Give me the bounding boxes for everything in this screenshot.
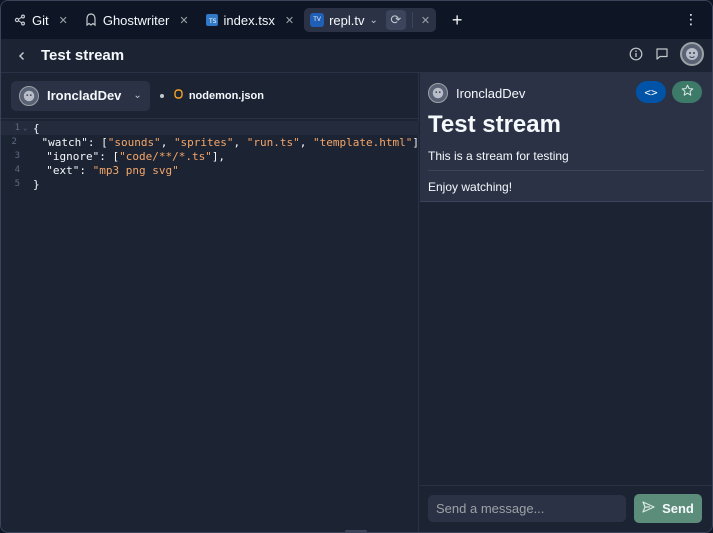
ghostwriter-icon <box>84 13 98 27</box>
code-token: { <box>33 121 40 135</box>
code-text: "ext": "mp3 png svg" <box>33 163 179 177</box>
line-number: 3 <box>14 151 20 161</box>
file-name[interactable]: nodemon.json <box>189 90 264 102</box>
tab-label: index.tsx <box>223 12 275 28</box>
avatar <box>19 85 39 106</box>
tab-git[interactable]: Git ✕ <box>7 8 74 32</box>
code-token: } <box>33 177 40 191</box>
code-token: ] <box>412 135 419 149</box>
line-number: 4 <box>14 165 20 175</box>
code-text: { <box>33 122 40 135</box>
add-tab-button[interactable]: + <box>446 10 468 31</box>
line-number: 2 <box>11 137 17 147</box>
string-token: "run.ts" <box>246 135 300 149</box>
code-token: "watch": [ <box>28 135 108 149</box>
fold-chevron-icon[interactable]: ⌄ <box>23 124 33 132</box>
info-icon[interactable] <box>624 42 648 66</box>
tab-label: Git <box>32 12 49 28</box>
message-input[interactable] <box>428 495 626 522</box>
user-selector[interactable]: IroncladDev ⌄ <box>11 80 150 111</box>
code-token: "ext": <box>33 163 93 177</box>
tab-label: repl.tv <box>329 12 365 28</box>
close-icon[interactable]: ✕ <box>179 14 188 27</box>
stream-title: Test stream <box>428 111 561 138</box>
tab-bar: Git ✕ Ghostwriter ✕ TS index.tsx ✕ TV re… <box>1 1 712 39</box>
code-line[interactable]: 5} <box>1 177 419 191</box>
header-actions <box>622 42 704 66</box>
close-icon[interactable]: ✕ <box>421 14 430 27</box>
send-label: Send <box>662 501 694 516</box>
code-text: "watch": ["sounds", "sprites", "run.ts",… <box>28 136 419 149</box>
send-button[interactable]: Send <box>634 494 702 523</box>
avatar[interactable] <box>680 42 704 66</box>
star-button[interactable] <box>672 81 702 103</box>
user-name: IroncladDev <box>47 88 122 103</box>
repl-tv-icon: TV <box>310 13 325 27</box>
tab-index-tsx[interactable]: TS index.tsx ✕ <box>199 8 301 32</box>
typescript-file-icon: TS <box>205 13 219 27</box>
code-text: "ignore": ["code/**/*.ts"], <box>33 150 225 163</box>
divider <box>411 12 413 28</box>
string-token: "code/**/*.ts" <box>119 149 212 163</box>
chevron-down-icon[interactable]: ⌄ <box>369 15 377 26</box>
tab-ghostwriter[interactable]: Ghostwriter ✕ <box>78 8 195 32</box>
line-number: 5 <box>14 179 20 189</box>
string-token: "template.html" <box>313 135 413 149</box>
code-token: , <box>299 135 314 149</box>
code-line[interactable]: 2 "watch": ["sounds", "sprites", "run.ts… <box>1 135 419 149</box>
close-icon[interactable]: ✕ <box>59 14 68 27</box>
code-text: } <box>33 178 40 191</box>
stream-pane: IroncladDev <> Test stream This is a str… <box>420 73 712 532</box>
tab-repl-tv[interactable]: TV repl.tv ⌄ ⟳ ✕ <box>304 8 437 32</box>
code-line[interactable]: 1 ⌄{ <box>1 121 419 135</box>
code-icon: <> <box>644 85 658 99</box>
stream-user[interactable]: IroncladDev <box>428 83 525 103</box>
code-editor[interactable]: 1 ⌄{2 "watch": ["sounds", "sprites", "run… <box>1 121 419 191</box>
chat-icon[interactable] <box>650 42 674 66</box>
code-token: , <box>233 135 247 149</box>
code-line[interactable]: 4 "ext": "mp3 png svg" <box>1 163 419 177</box>
stream-message: Enjoy watching! <box>428 180 513 194</box>
chat-bar: Send <box>420 485 712 532</box>
stream-description: This is a stream for testing <box>428 149 569 163</box>
code-token: "ignore": [ <box>33 149 120 163</box>
back-arrow-icon[interactable] <box>7 48 37 64</box>
stream-card: IroncladDev <> Test stream This is a str… <box>420 73 712 202</box>
close-icon[interactable]: ✕ <box>285 14 294 27</box>
more-options-icon[interactable]: ⋮ <box>684 11 698 28</box>
avatar <box>428 83 448 103</box>
code-line[interactable]: 3 "ignore": ["code/**/*.ts"], <box>1 149 419 163</box>
chevron-down-icon: ⌄ <box>133 90 142 101</box>
star-icon <box>681 84 694 100</box>
line-number: 1 <box>14 123 20 133</box>
divider <box>428 170 704 171</box>
separator-dot <box>159 93 164 98</box>
refresh-icon[interactable]: ⟳ <box>385 10 406 30</box>
code-token: , <box>160 135 174 149</box>
editor-toolbar: IroncladDev ⌄ nodemon.json <box>1 73 418 119</box>
app-window: Git ✕ Ghostwriter ✕ TS index.tsx ✕ TV re… <box>0 0 713 533</box>
stream-user-name: IroncladDev <box>456 85 526 101</box>
string-token: "sounds" <box>107 135 161 149</box>
string-token: "mp3 png svg" <box>92 163 179 177</box>
pane-header: Test stream <box>1 39 712 73</box>
git-branch-icon <box>13 13 27 27</box>
code-token: ], <box>211 149 226 163</box>
view-code-button[interactable]: <> <box>636 81 666 103</box>
page-title: Test stream <box>41 47 125 64</box>
tab-label: Ghostwriter <box>102 12 170 28</box>
json-file-icon <box>174 89 183 102</box>
send-icon <box>642 501 655 516</box>
string-token: "sprites" <box>173 135 234 149</box>
editor-pane: IroncladDev ⌄ nodemon.json 1 ⌄{2 "watch":… <box>1 73 419 532</box>
